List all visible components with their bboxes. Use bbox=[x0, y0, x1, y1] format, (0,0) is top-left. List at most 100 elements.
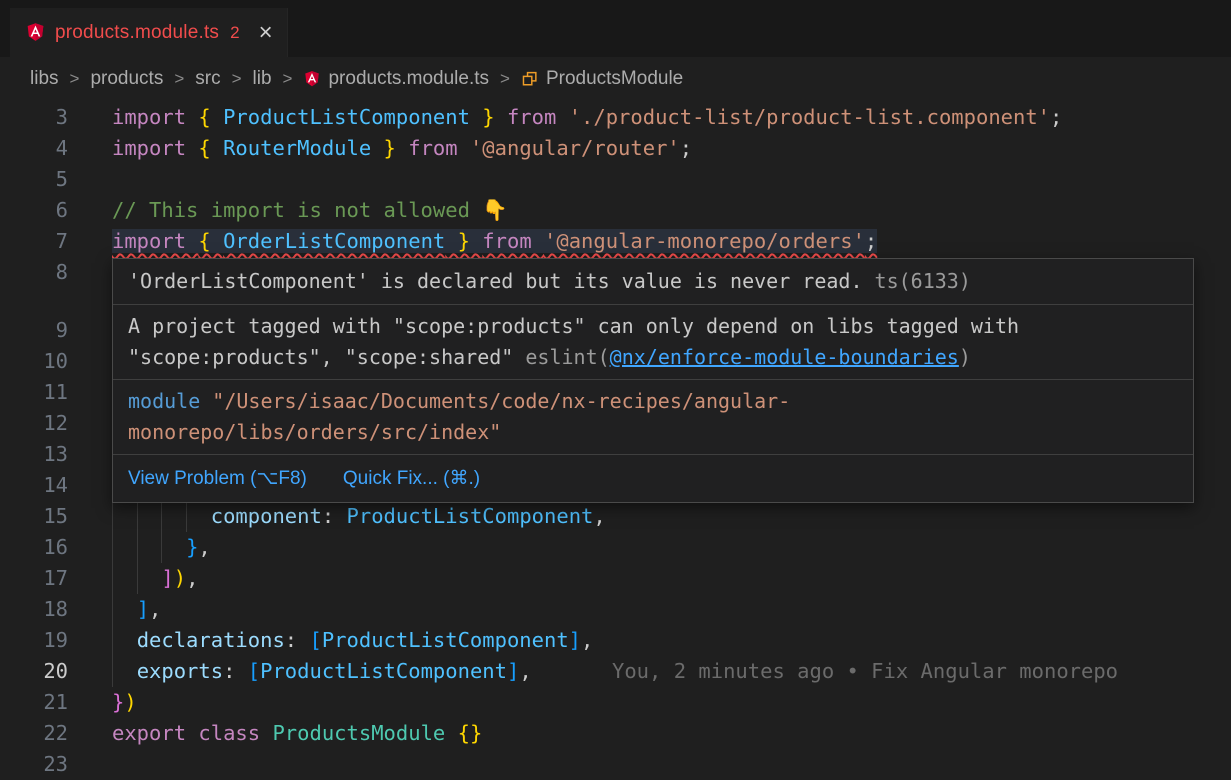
angular-file-icon bbox=[25, 22, 46, 43]
angular-icon bbox=[25, 22, 46, 43]
line-number: 13 bbox=[0, 439, 68, 470]
code-text: import { OrderListComponent } from '@ang… bbox=[112, 226, 1231, 257]
ts-diagnostic-code: ts(6133) bbox=[863, 269, 971, 293]
tab-bar: products.module.ts 2 × bbox=[0, 0, 1231, 57]
indent-guide bbox=[112, 625, 113, 656]
code-line-18[interactable]: 18 ], bbox=[0, 594, 1231, 625]
breadcrumb-label: ProductsModule bbox=[546, 68, 683, 90]
quick-fix-button[interactable]: Quick Fix... (⌘.) bbox=[343, 463, 480, 494]
code-text bbox=[112, 749, 1231, 780]
code-line-19[interactable]: 19 declarations: [ProductListComponent], bbox=[0, 625, 1231, 656]
breadcrumb-item-libs[interactable]: libs bbox=[30, 68, 59, 90]
breadcrumb-separator: > bbox=[70, 69, 80, 89]
code-line-16[interactable]: 16 }, bbox=[0, 532, 1231, 563]
code-text: exports: [ProductListComponent],You, 2 m… bbox=[112, 656, 1231, 687]
module-keyword: module bbox=[128, 389, 200, 413]
eslint-source-suffix: ) bbox=[959, 345, 971, 369]
code-text: declarations: [ProductListComponent], bbox=[112, 625, 1231, 656]
breadcrumb-label: lib bbox=[253, 68, 272, 90]
line-number: 23 bbox=[0, 749, 68, 780]
angular-icon bbox=[303, 70, 321, 88]
code-line-21[interactable]: 21}) bbox=[0, 687, 1231, 718]
code-text: // This import is not allowed 👇 bbox=[112, 195, 1231, 226]
eslint-message-line1: A project tagged with "scope:products" c… bbox=[128, 311, 1178, 342]
indent-guide bbox=[112, 501, 113, 532]
breadcrumb-separator: > bbox=[174, 69, 184, 89]
line-number: 8 bbox=[0, 257, 68, 288]
code-line-6[interactable]: 6 // This import is not allowed 👇 bbox=[0, 195, 1231, 226]
hover-eslint-diagnostic: A project tagged with "scope:products" c… bbox=[113, 305, 1193, 380]
line-number: 11 bbox=[0, 377, 68, 408]
breadcrumb-label: products.module.ts bbox=[328, 68, 489, 90]
line-number: 5 bbox=[0, 164, 68, 195]
code-line-15[interactable]: 15 component: ProductListComponent, bbox=[0, 501, 1231, 532]
breadcrumb-label: products bbox=[90, 68, 163, 90]
view-problem-button[interactable]: View Problem (⌥F8) bbox=[128, 463, 307, 494]
indent-guide bbox=[137, 501, 138, 532]
code-text: ], bbox=[112, 594, 1231, 625]
breadcrumb-separator: > bbox=[500, 69, 510, 89]
code-line-7[interactable]: 7 import { OrderListComponent } from '@an… bbox=[0, 226, 1231, 257]
code-text: }, bbox=[112, 532, 1231, 563]
indent-guide bbox=[137, 532, 138, 563]
problem-hover-popup: 'OrderListComponent' is declared but its… bbox=[112, 258, 1194, 503]
code-line-4[interactable]: 4 import { RouterModule } from '@angular/… bbox=[0, 133, 1231, 164]
code-line-5[interactable]: 5 bbox=[0, 164, 1231, 195]
tab-title: products.module.ts bbox=[55, 22, 219, 44]
line-number: 17 bbox=[0, 563, 68, 594]
code-editor[interactable]: 3 import { ProductListComponent } from '.… bbox=[0, 100, 1231, 780]
code-text: import { ProductListComponent } from './… bbox=[112, 102, 1231, 133]
line-number: 14 bbox=[0, 470, 68, 501]
indent-guide bbox=[112, 594, 113, 625]
indent-guide bbox=[161, 501, 162, 532]
breadcrumb-label: src bbox=[195, 68, 220, 90]
code-text: import { RouterModule } from '@angular/r… bbox=[112, 133, 1231, 164]
indent-guide bbox=[112, 563, 113, 594]
line-number: 18 bbox=[0, 594, 68, 625]
breadcrumb-item-products[interactable]: products bbox=[90, 68, 163, 90]
eslint-rule-link[interactable]: @nx/enforce-module-boundaries bbox=[610, 345, 959, 369]
breadcrumb-separator: > bbox=[232, 69, 242, 89]
code-line-23[interactable]: 23 bbox=[0, 749, 1231, 780]
breadcrumb-item-productsmodule[interactable]: ProductsModule bbox=[521, 68, 683, 90]
hover-module-info: module "/Users/isaac/Documents/code/nx-r… bbox=[113, 380, 1193, 455]
breadcrumb: libs > products > src > lib > products.module.ts… bbox=[0, 57, 1231, 100]
line-number: 7 bbox=[0, 226, 68, 257]
angular-icon bbox=[303, 70, 321, 88]
indent-guide bbox=[161, 532, 162, 563]
class-icon bbox=[521, 70, 539, 88]
hover-actions: View Problem (⌥F8) Quick Fix... (⌘.) bbox=[113, 455, 1193, 502]
code-line-22[interactable]: 22 export class ProductsModule {} bbox=[0, 718, 1231, 749]
indent-guide bbox=[137, 563, 138, 594]
eslint-message-line2: "scope:products", "scope:shared" eslint(… bbox=[128, 342, 1178, 373]
code-text bbox=[112, 164, 1231, 195]
indent-guide bbox=[186, 501, 187, 532]
eslint-source-prefix: eslint( bbox=[525, 345, 609, 369]
code-line-20[interactable]: 20 exports: [ProductListComponent],You, … bbox=[0, 656, 1231, 687]
module-path-line1: module "/Users/isaac/Documents/code/nx-r… bbox=[128, 386, 1178, 417]
breadcrumb-item-lib[interactable]: lib bbox=[253, 68, 272, 90]
ts-diagnostic-message: 'OrderListComponent' is declared but its… bbox=[128, 269, 863, 293]
breadcrumb-label: libs bbox=[30, 68, 59, 90]
module-path-part2: monorepo/libs/orders/src/index" bbox=[128, 420, 501, 444]
line-number: 6 bbox=[0, 195, 68, 226]
code-text: ]), bbox=[112, 563, 1231, 594]
line-number: 16 bbox=[0, 532, 68, 563]
breadcrumb-separator: > bbox=[283, 69, 293, 89]
editor-tab-products-module[interactable]: products.module.ts 2 × bbox=[10, 8, 288, 57]
code-text: export class ProductsModule {} bbox=[112, 718, 1231, 749]
git-blame-annotation: You, 2 minutes ago • Fix Angular monorep… bbox=[612, 656, 1118, 687]
breadcrumb-item-products-module-ts[interactable]: products.module.ts bbox=[303, 68, 489, 90]
line-number: 12 bbox=[0, 408, 68, 439]
indent-guide bbox=[112, 656, 113, 687]
class-symbol-icon bbox=[521, 70, 539, 88]
code-text: }) bbox=[112, 687, 1231, 718]
line-number: 22 bbox=[0, 718, 68, 749]
line-number: 4 bbox=[0, 133, 68, 164]
code-line-17[interactable]: 17 ]), bbox=[0, 563, 1231, 594]
code-line-3[interactable]: 3 import { ProductListComponent } from '.… bbox=[0, 102, 1231, 133]
breadcrumb-item-src[interactable]: src bbox=[195, 68, 220, 90]
tab-error-count-badge: 2 bbox=[230, 23, 239, 43]
line-number: 3 bbox=[0, 102, 68, 133]
tab-close-button[interactable]: × bbox=[259, 21, 273, 45]
